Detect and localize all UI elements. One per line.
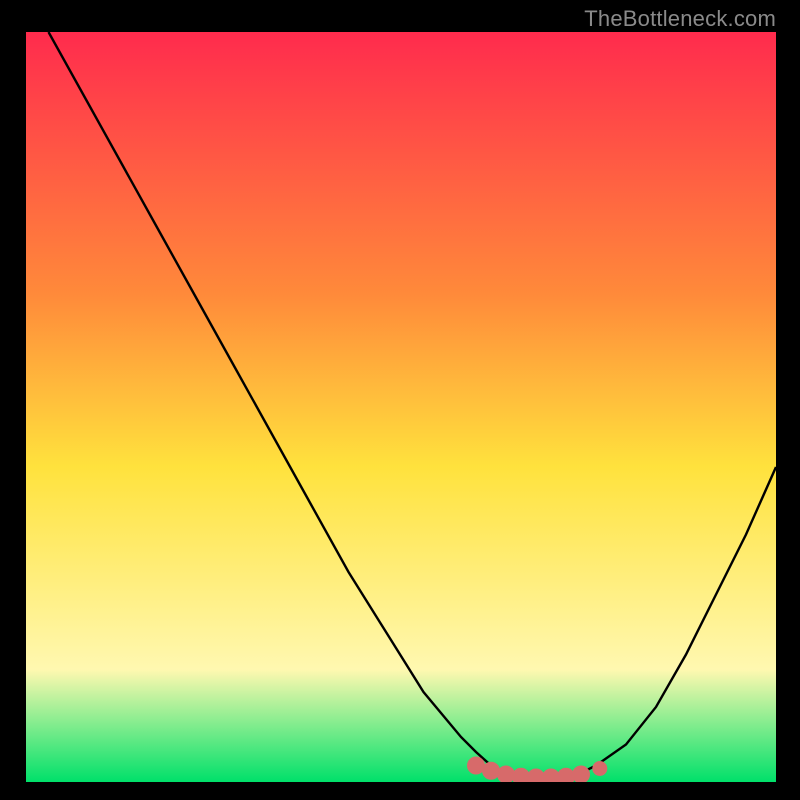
watermark-label: TheBottleneck.com — [584, 6, 776, 32]
marker-dot — [513, 768, 530, 782]
marker-dot — [483, 762, 500, 779]
plot-area — [26, 32, 776, 782]
gradient-background — [26, 32, 776, 782]
marker-dot — [528, 769, 545, 782]
chart-frame: TheBottleneck.com — [0, 0, 800, 800]
marker-dot — [593, 762, 607, 776]
bottleneck-chart — [26, 32, 776, 782]
marker-dot — [468, 757, 485, 774]
marker-dot — [558, 768, 575, 782]
marker-dot — [498, 766, 515, 782]
marker-dot — [573, 766, 590, 782]
marker-dot — [543, 769, 560, 782]
